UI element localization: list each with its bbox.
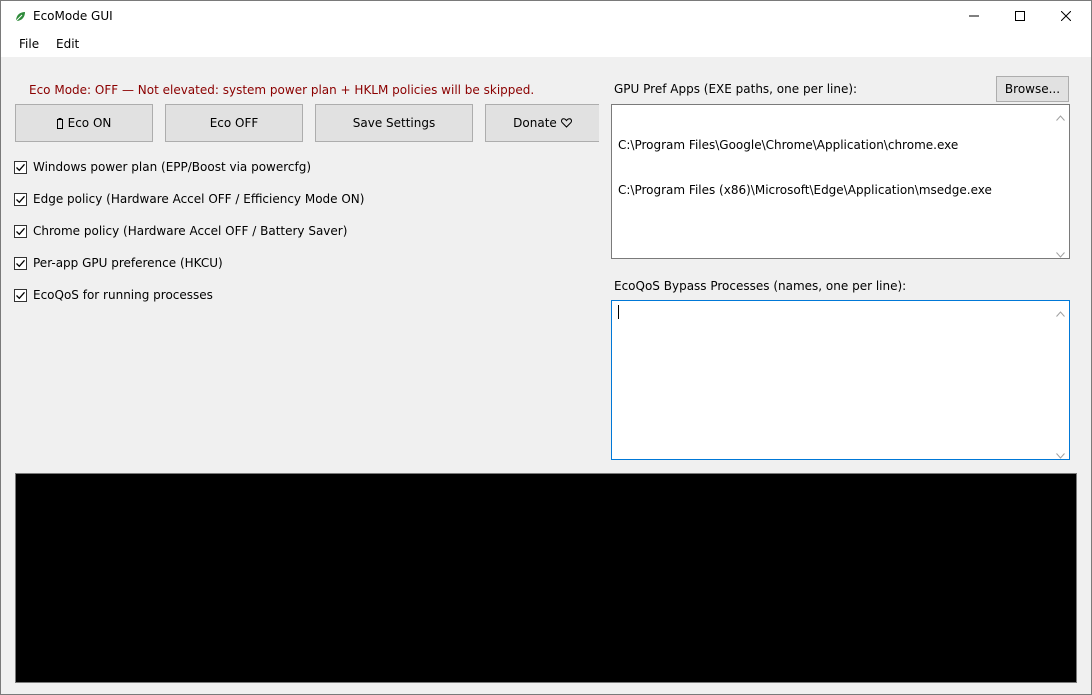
scroll-up-icon[interactable] (1056, 110, 1065, 121)
eco-off-button[interactable]: Eco OFF (165, 104, 303, 142)
log-console[interactable] (15, 473, 1077, 683)
text-caret (618, 305, 619, 319)
ecoqos-bypass-scrollbar[interactable] (1052, 301, 1069, 459)
option-chrome-policy[interactable]: Chrome policy (Hardware Accel OFF / Batt… (14, 223, 347, 239)
gpu-pref-lines: C:\Program Files\Google\Chrome\Applicati… (618, 108, 992, 228)
option-gpu-preference-label: Per-app GPU preference (HKCU) (33, 256, 223, 270)
gpu-pref-line: C:\Program Files\Google\Chrome\Applicati… (618, 138, 959, 152)
browse-button[interactable]: Browse... (996, 76, 1069, 102)
scroll-down-icon[interactable] (1056, 247, 1065, 258)
checkbox-chrome-policy[interactable] (14, 224, 27, 238)
option-ecoqos[interactable]: EcoQoS for running processes (14, 287, 213, 303)
save-settings-label: Save Settings (352, 116, 436, 130)
ecoqos-bypass-label: EcoQoS Bypass Processes (names, one per … (614, 279, 907, 293)
option-power-plan[interactable]: Windows power plan (EPP/Boost via powerc… (14, 159, 311, 175)
scroll-up-icon[interactable] (1056, 306, 1065, 317)
eco-off-label: Eco OFF (209, 116, 259, 130)
checkbox-power-plan[interactable] (14, 160, 27, 174)
checkbox-ecoqos[interactable] (14, 288, 27, 302)
minimize-icon (969, 10, 979, 24)
app-window: EcoMode GUI File Edit Eco Mode: OFF — No… (0, 0, 1092, 695)
option-ecoqos-label: EcoQoS for running processes (33, 288, 213, 302)
option-chrome-policy-label: Chrome policy (Hardware Accel OFF / Batt… (33, 224, 348, 238)
option-power-plan-label: Windows power plan (EPP/Boost via powerc… (33, 160, 312, 174)
eco-on-label: Eco ON (67, 116, 112, 130)
save-settings-button[interactable]: Save Settings (315, 104, 473, 142)
option-gpu-preference[interactable]: Per-app GPU preference (HKCU) (14, 255, 223, 271)
option-edge-policy[interactable]: Edge policy (Hardware Accel OFF / Effici… (14, 191, 364, 207)
menu-edit[interactable]: Edit (56, 37, 79, 51)
close-icon (1060, 10, 1072, 24)
browse-label: Browse... (1004, 82, 1061, 96)
ecoqos-bypass-textarea[interactable] (611, 300, 1070, 460)
option-edge-policy-label: Edge policy (Hardware Accel OFF / Effici… (33, 192, 365, 206)
menu-file[interactable]: File (19, 37, 39, 51)
minimize-button[interactable] (951, 1, 997, 33)
title-bar: EcoMode GUI (1, 1, 1091, 33)
donate-label: Donate (513, 116, 557, 130)
gpu-pref-textarea[interactable]: C:\Program Files\Google\Chrome\Applicati… (611, 104, 1070, 259)
battery-icon (56, 117, 63, 129)
gpu-pref-scrollbar[interactable] (1052, 105, 1069, 258)
eco-on-button[interactable]: Eco ON (15, 104, 153, 142)
donate-button[interactable]: Donate (485, 104, 599, 142)
checkbox-edge-policy[interactable] (14, 192, 27, 206)
close-button[interactable] (1043, 1, 1089, 33)
window-title: EcoMode GUI (33, 9, 113, 23)
heart-icon (560, 118, 572, 128)
scroll-down-icon[interactable] (1056, 448, 1065, 459)
gpu-pref-line: C:\Program Files (x86)\Microsoft\Edge\Ap… (618, 183, 992, 197)
menu-bar: File Edit (1, 33, 1091, 57)
maximize-button[interactable] (997, 1, 1043, 33)
checkbox-gpu-preference[interactable] (14, 256, 27, 270)
eco-status-text: Eco Mode: OFF — Not elevated: system pow… (29, 83, 535, 97)
maximize-icon (1015, 10, 1025, 24)
leaf-icon (13, 10, 27, 24)
gpu-pref-label: GPU Pref Apps (EXE paths, one per line): (614, 82, 858, 96)
